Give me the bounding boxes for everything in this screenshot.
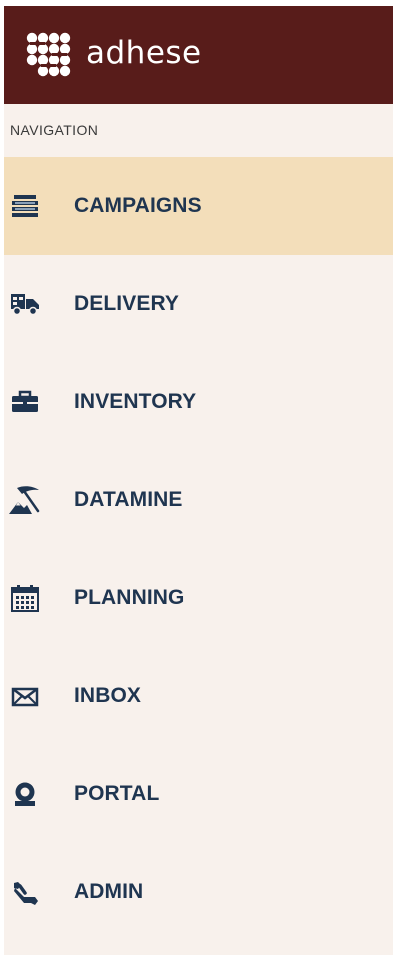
wrench-icon: [8, 877, 42, 907]
sidebar-item-label: INVENTORY: [74, 390, 197, 413]
sidebar-item-label: DATAMINE: [74, 488, 183, 511]
sidebar-item-label: PORTAL: [74, 782, 160, 805]
sidebar-item-label: CAMPAIGNS: [74, 194, 202, 217]
calendar-icon: [8, 583, 42, 613]
sidebar-item-admin[interactable]: ADMIN: [4, 843, 393, 941]
sidebar-item-label: ADMIN: [74, 880, 144, 903]
sidebar-item-planning[interactable]: PLANNING: [4, 549, 393, 647]
sidebar-item-datamine[interactable]: DATAMINE: [4, 451, 393, 549]
nav-heading: NAVIGATION: [10, 122, 99, 138]
sidebar-item-delivery[interactable]: DELIVERY: [4, 255, 393, 353]
sidebar-item-label: INBOX: [74, 684, 142, 707]
sidebar-item-label: DELIVERY: [74, 292, 180, 315]
sidebar-item-campaigns[interactable]: CAMPAIGNS: [4, 157, 393, 255]
nav-list: CAMPAIGNS DELIVERY INVENTORY DATAMINE PL…: [4, 157, 393, 941]
sidebar-item-portal[interactable]: PORTAL: [4, 745, 393, 843]
campaigns-icon: [8, 191, 42, 221]
portal-icon: [8, 779, 42, 809]
sidebar: adhese NAVIGATION CAMPAIGNS DELIVERY INV…: [4, 6, 393, 955]
envelope-icon: [8, 681, 42, 711]
sidebar-item-inventory[interactable]: INVENTORY: [4, 353, 393, 451]
truck-icon: [8, 289, 42, 319]
brand-header[interactable]: adhese: [4, 6, 393, 104]
sidebar-item-label: PLANNING: [74, 586, 185, 609]
sidebar-item-inbox[interactable]: INBOX: [4, 647, 393, 745]
briefcase-icon: [8, 387, 42, 417]
dots-grid-logo-icon: [26, 32, 71, 77]
brand-name: adhese: [86, 35, 202, 71]
pickaxe-icon: [8, 485, 42, 515]
